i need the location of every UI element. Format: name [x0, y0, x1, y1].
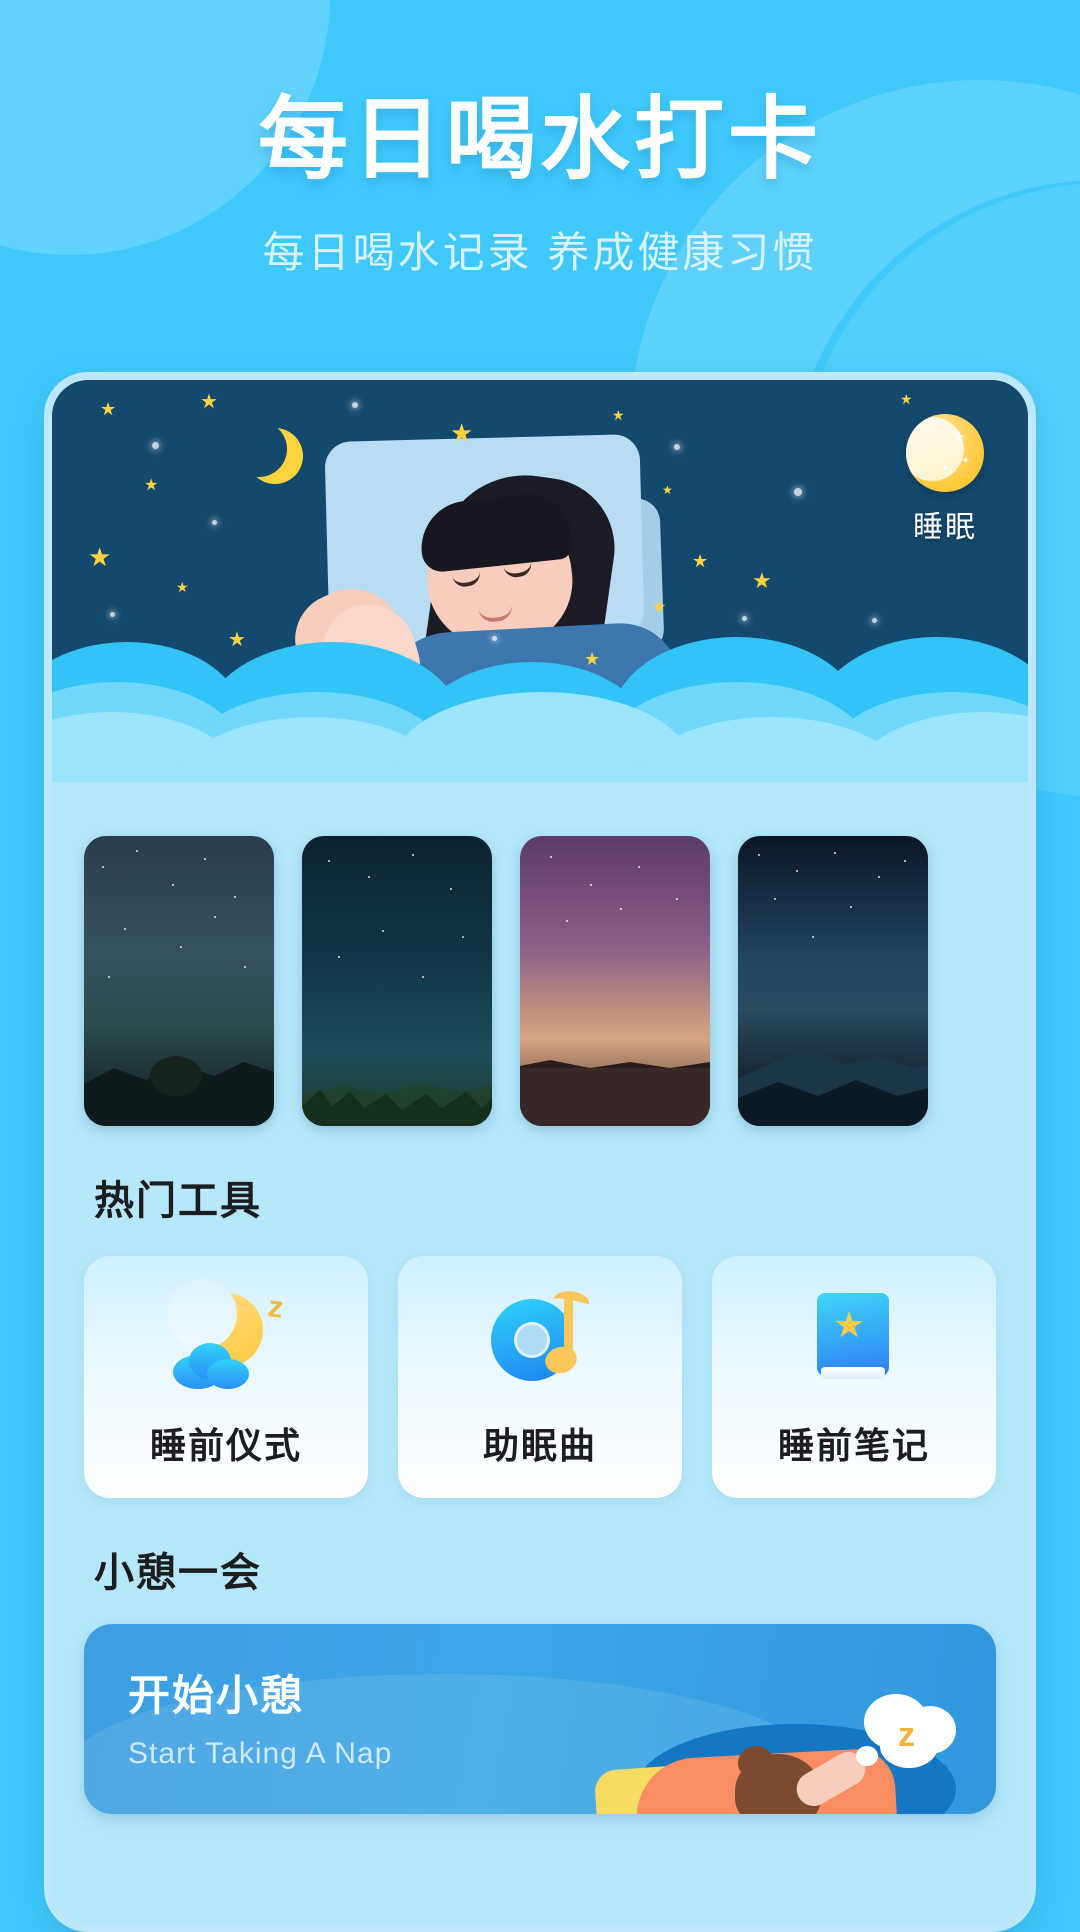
sparkle-icon: ✦	[942, 463, 949, 472]
book-star-icon: ★	[799, 1285, 909, 1395]
music-record-note-icon	[485, 1285, 595, 1395]
moon-cloud-sleep-icon: z	[167, 1279, 285, 1395]
tools-grid: z 睡前仪式 助眠曲 ★ 睡前笔记	[52, 1226, 1028, 1498]
page-subtitle: 每日喝水记录 养成健康习惯	[262, 229, 818, 277]
star-icon: ★	[100, 399, 117, 419]
nap-section-title: 小憩一会	[94, 1551, 262, 1595]
crescent-moon-icon: ✦ ✦ ✦	[906, 414, 984, 492]
crescent-moon-decoration-icon	[231, 421, 303, 484]
star-dot	[794, 488, 802, 496]
nap-illustration: z	[566, 1624, 996, 1814]
page-header: 每日喝水打卡 每日喝水记录 养成健康习惯	[0, 0, 1080, 280]
tool-card-label: 睡前笔记	[777, 1425, 930, 1466]
star-icon: ★	[88, 542, 112, 572]
tool-card-label: 睡前仪式	[149, 1425, 302, 1466]
star-icon: ★	[662, 483, 673, 497]
tool-card-sleep-music[interactable]: 助眠曲	[398, 1256, 682, 1498]
page-title: 每日喝水打卡	[258, 90, 822, 190]
star-icon: ★	[900, 391, 913, 407]
gallery-thumbnail[interactable]	[520, 836, 710, 1126]
hero-illustration: ★ ★ ★ ★ ★ ★ ★ ★ ★ ★ ★ ★ ★ ★ ★ ★ ★ ★ ★	[52, 380, 1028, 782]
star-dot	[674, 444, 680, 450]
tool-card-bedtime-ritual[interactable]: z 睡前仪式	[84, 1256, 368, 1498]
gallery-thumbnail[interactable]	[84, 836, 274, 1126]
tools-section-title: 热门工具	[94, 1179, 262, 1223]
ridge-silhouette	[84, 1056, 274, 1126]
ridge-silhouette	[520, 1060, 710, 1126]
ridge-silhouette	[302, 1084, 492, 1126]
star-icon: ★	[612, 407, 625, 423]
nap-card-subtitle: Start Taking A Nap	[128, 1737, 393, 1770]
star-icon: ★	[450, 418, 474, 448]
cloud-layer-front	[52, 582, 1028, 782]
sleep-mode-label: 睡眠	[913, 511, 977, 544]
star-icon: ★	[692, 551, 709, 571]
sparkle-icon: ✦	[952, 429, 966, 446]
star-dot	[152, 442, 159, 449]
gallery-thumbnail[interactable]	[302, 836, 492, 1126]
tool-card-label: 助眠曲	[482, 1425, 597, 1466]
sleep-mode-button[interactable]: ✦ ✦ ✦ 睡眠	[906, 414, 984, 546]
start-nap-card[interactable]: 开始小憩 Start Taking A Nap z	[84, 1624, 996, 1814]
star-dot	[212, 520, 217, 525]
app-preview-panel: ★ ★ ★ ★ ★ ★ ★ ★ ★ ★ ★ ★ ★ ★ ★ ★ ★ ★ ★	[44, 372, 1036, 1932]
tool-card-bedtime-notes[interactable]: ★ 睡前笔记	[712, 1256, 996, 1498]
star-icon: ★	[200, 391, 218, 413]
star-dot	[352, 402, 358, 408]
wallpaper-gallery	[52, 782, 1028, 1126]
nap-card-title: 开始小憩	[128, 1672, 305, 1719]
nap-card-text: 开始小憩 Start Taking A Nap	[128, 1662, 392, 1771]
gallery-thumbnail[interactable]	[738, 836, 928, 1126]
z-thought-cloud-icon: z	[850, 1688, 970, 1780]
sparkle-icon: ✦	[961, 455, 971, 467]
star-icon: ★	[144, 477, 159, 494]
ridge-silhouette	[738, 1050, 928, 1126]
